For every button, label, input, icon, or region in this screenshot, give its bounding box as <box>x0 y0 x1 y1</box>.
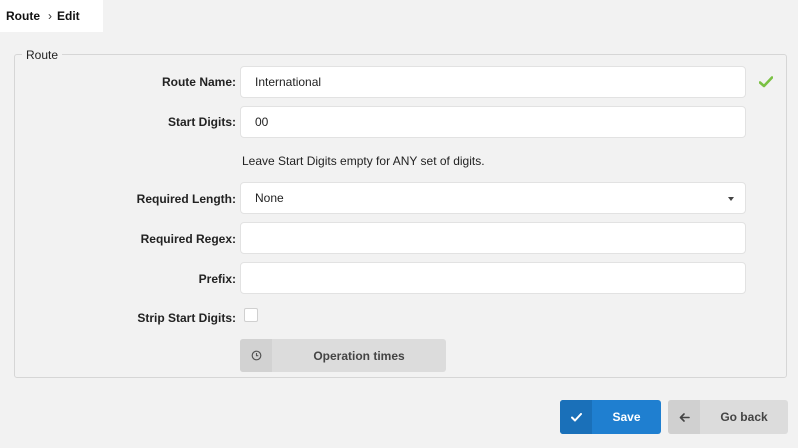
required-regex-input[interactable] <box>240 222 746 254</box>
start-digits-value: 00 <box>255 115 269 129</box>
checkmark-icon <box>759 76 773 88</box>
operation-times-label: Operation times <box>313 348 405 363</box>
required-length-label: Required Length: <box>136 192 236 206</box>
breadcrumb-current: Edit <box>57 9 80 23</box>
strip-start-digits-label: Strip Start Digits: <box>137 311 236 325</box>
save-label: Save <box>612 410 641 424</box>
go-back-label: Go back <box>720 410 768 424</box>
checkmark-icon <box>560 400 592 434</box>
start-digits-label: Start Digits: <box>167 115 236 129</box>
required-regex-label: Required Regex: <box>140 232 236 246</box>
start-digits-input[interactable]: 00 <box>240 106 746 138</box>
arrow-left-icon <box>668 400 700 434</box>
clock-icon <box>240 339 272 372</box>
strip-start-digits-checkbox[interactable] <box>244 308 258 322</box>
required-length-value: None <box>255 191 284 205</box>
route-name-value: International <box>255 75 322 89</box>
breadcrumb-root[interactable]: Route <box>6 9 40 23</box>
route-name-input[interactable]: International <box>240 66 746 98</box>
operation-times-button[interactable]: Operation times <box>240 339 446 372</box>
route-name-label: Route Name: <box>161 75 236 89</box>
required-length-select[interactable]: None <box>240 182 746 214</box>
start-digits-hint: Leave Start Digits empty for ANY set of … <box>242 154 485 168</box>
prefix-label: Prefix: <box>198 272 236 286</box>
go-back-button[interactable]: Go back <box>668 400 788 434</box>
breadcrumb-separator: › <box>48 9 52 23</box>
caret-down-icon <box>728 197 734 201</box>
route-fieldset <box>14 54 787 378</box>
prefix-input[interactable] <box>240 262 746 294</box>
breadcrumb: Route › Edit <box>0 0 103 32</box>
save-button[interactable]: Save <box>560 400 661 434</box>
fieldset-legend: Route <box>22 48 63 62</box>
